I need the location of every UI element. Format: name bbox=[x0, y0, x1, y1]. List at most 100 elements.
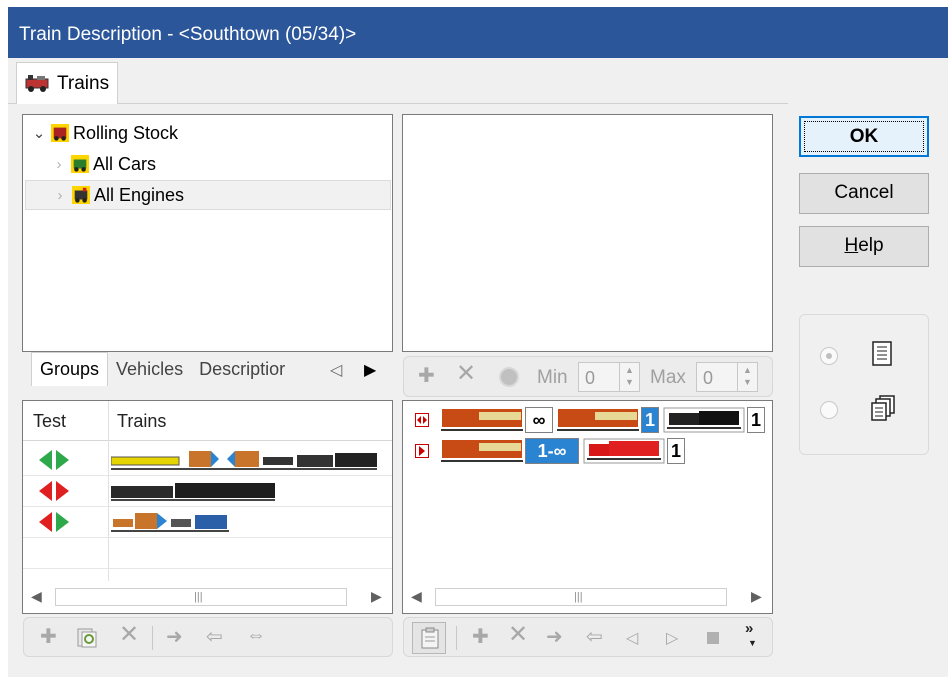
list-view-icon bbox=[872, 341, 892, 366]
tab-scroll-right-icon[interactable]: ▶ bbox=[364, 360, 376, 380]
two-direction-marker-icon bbox=[415, 413, 429, 427]
count-badge[interactable]: 1 bbox=[667, 438, 685, 464]
count-badge[interactable]: ∞ bbox=[525, 407, 553, 433]
radio-selected-dot bbox=[826, 353, 832, 359]
focus-rectangle bbox=[804, 121, 924, 152]
passenger-car-icon bbox=[557, 409, 639, 431]
count-badge[interactable]: 1-∞ bbox=[525, 438, 579, 464]
subtab-strip: Groups Vehicles Descriptior bbox=[31, 352, 293, 386]
tree-item-label: Rolling Stock bbox=[73, 122, 179, 143]
tree-item-all-engines[interactable]: › All Engines bbox=[25, 180, 391, 210]
consist-panel[interactable]: ∞ 1 1 1-∞ 1 ◀ ||| ▶ bbox=[402, 400, 773, 614]
scroll-right-icon[interactable]: ▶ bbox=[371, 588, 382, 605]
tab-scroll-left-icon[interactable]: ◁ bbox=[330, 360, 342, 380]
table-row[interactable] bbox=[23, 538, 392, 569]
one-direction-marker-icon bbox=[415, 444, 429, 458]
radio-list-view[interactable] bbox=[820, 347, 838, 365]
toolbar-separator bbox=[456, 626, 457, 650]
toolbar-separator bbox=[152, 626, 153, 650]
table-row[interactable] bbox=[23, 507, 392, 538]
arrow-left-icon[interactable]: ⇦ bbox=[206, 624, 223, 649]
min-spin-buttons[interactable]: ▲ ▼ bbox=[619, 363, 639, 391]
ok-button[interactable]: OK bbox=[799, 116, 929, 157]
rolling-stock-tree[interactable]: ⌄ Rolling Stock › All Cars › All Engines bbox=[22, 114, 393, 352]
scroll-left-icon[interactable]: ◀ bbox=[411, 588, 422, 605]
green-left-right-arrows-icon bbox=[39, 450, 69, 470]
count-badge[interactable]: 1 bbox=[747, 407, 765, 433]
arrow-right-icon[interactable]: ➜ bbox=[166, 624, 183, 649]
triangle-left-icon[interactable]: ◁ bbox=[626, 628, 638, 648]
chevron-right-icon[interactable]: › bbox=[52, 187, 68, 204]
tree-item-label: All Engines bbox=[94, 184, 185, 205]
engines-icon bbox=[72, 186, 90, 204]
scroll-thumb[interactable]: ||| bbox=[55, 588, 347, 606]
help-button[interactable]: Help bbox=[799, 226, 929, 267]
scroll-right-icon[interactable]: ▶ bbox=[751, 588, 762, 605]
count-badge[interactable]: 1 bbox=[641, 407, 659, 433]
min-spinner[interactable]: 0 ▲ ▼ bbox=[578, 362, 640, 392]
tree-item-label: All Cars bbox=[93, 153, 157, 174]
title-bar[interactable]: Train Description - <Southtown (05/34)> bbox=[8, 7, 948, 58]
clipboard-icon bbox=[421, 627, 439, 649]
train-groups-grid[interactable]: Test Trains ◀ ||| ▶ bbox=[22, 400, 393, 614]
column-header-test[interactable]: Test bbox=[33, 411, 66, 432]
train-icon bbox=[25, 75, 49, 92]
horizontal-scrollbar[interactable]: ◀ ||| ▶ bbox=[403, 584, 772, 610]
train-consist-graphic bbox=[111, 483, 275, 501]
scroll-thumb[interactable]: ||| bbox=[435, 588, 727, 606]
train-consist-graphic bbox=[111, 451, 377, 470]
delete-icon[interactable]: ✕ bbox=[456, 359, 476, 388]
arrow-left-icon[interactable]: ⇦ bbox=[586, 624, 603, 649]
tree-item-rolling-stock[interactable]: ⌄ Rolling Stock bbox=[31, 118, 178, 148]
delete-icon[interactable]: ✕ bbox=[508, 620, 528, 649]
tab-trains[interactable]: Trains bbox=[16, 62, 118, 104]
cancel-button[interactable]: Cancel bbox=[799, 173, 929, 214]
scroll-grip: ||| bbox=[194, 591, 203, 603]
scroll-left-icon[interactable]: ◀ bbox=[31, 588, 42, 605]
max-spin-buttons[interactable]: ▲ ▼ bbox=[737, 363, 757, 391]
red-green-left-right-arrows-icon bbox=[39, 512, 69, 532]
filter-toolbar: ✚ ✕ Min 0 ▲ ▼ Max 0 ▲ ▼ bbox=[403, 356, 773, 397]
chevron-right-icon[interactable]: › bbox=[51, 156, 67, 173]
add-icon[interactable]: ✚ bbox=[40, 624, 57, 649]
consist-line[interactable]: 1-∞ 1 bbox=[415, 438, 765, 464]
triangle-right-icon[interactable]: ▷ bbox=[666, 628, 678, 648]
stop-icon[interactable] bbox=[499, 367, 519, 387]
overflow-chevrons-icon[interactable]: » bbox=[745, 620, 753, 637]
add-icon[interactable]: ✚ bbox=[418, 363, 435, 388]
horizontal-scrollbar[interactable]: ◀ ||| ▶ bbox=[23, 584, 392, 610]
arrow-left-right-icon[interactable]: ⇔ bbox=[246, 624, 266, 647]
table-row[interactable] bbox=[23, 445, 392, 476]
max-value: 0 bbox=[703, 368, 714, 388]
rolling-stock-icon bbox=[51, 124, 69, 142]
subtab-vehicles[interactable]: Vehicles bbox=[108, 353, 191, 386]
stop-square-icon[interactable] bbox=[707, 632, 719, 644]
groups-toolbar: ✚ ✕ ➜ ⇦ ⇔ bbox=[23, 617, 393, 657]
consist-line[interactable]: ∞ 1 1 bbox=[415, 407, 765, 433]
tab-label: Trains bbox=[57, 73, 110, 94]
window-title: Train Description - <Southtown (05/34)> bbox=[19, 24, 357, 45]
copy-group-icon[interactable] bbox=[76, 627, 98, 649]
radio-multi-view[interactable] bbox=[820, 401, 838, 419]
min-label: Min bbox=[537, 367, 568, 388]
min-value: 0 bbox=[585, 368, 596, 388]
column-header-trains[interactable]: Trains bbox=[117, 411, 166, 432]
cancel-label: Cancel bbox=[834, 182, 894, 203]
diesel-locomotive-icon bbox=[583, 438, 665, 464]
overflow-dropdown-icon[interactable]: ▼ bbox=[748, 638, 757, 648]
vehicle-list-panel[interactable] bbox=[402, 114, 773, 352]
subtab-groups[interactable]: Groups bbox=[31, 352, 109, 386]
chevron-down-icon[interactable]: ⌄ bbox=[31, 124, 47, 142]
add-icon[interactable]: ✚ bbox=[472, 624, 489, 649]
toggle-view-button[interactable] bbox=[412, 622, 446, 654]
scroll-grip: ||| bbox=[574, 591, 583, 603]
train-consist-graphic bbox=[111, 513, 229, 532]
passenger-car-icon bbox=[441, 440, 523, 462]
subtab-description[interactable]: Descriptior bbox=[191, 353, 293, 386]
tree-item-all-cars[interactable]: › All Cars bbox=[51, 149, 157, 179]
table-row[interactable] bbox=[23, 476, 392, 507]
delete-icon[interactable]: ✕ bbox=[119, 620, 139, 649]
arrow-right-icon[interactable]: ➜ bbox=[546, 624, 563, 649]
max-spinner[interactable]: 0 ▲ ▼ bbox=[696, 362, 758, 392]
max-label: Max bbox=[650, 367, 686, 388]
